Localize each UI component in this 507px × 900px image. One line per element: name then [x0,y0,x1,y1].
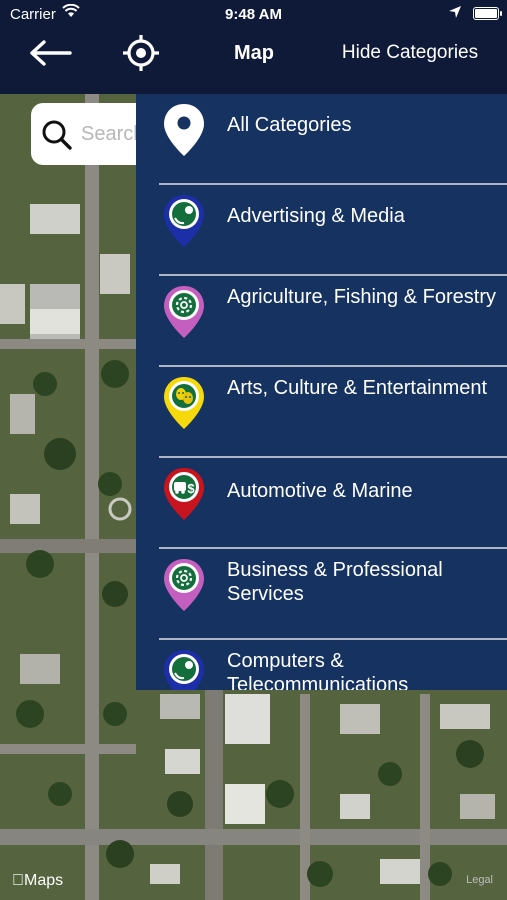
category-label: Arts, Culture & Entertainment [227,377,488,399]
hide-categories-button[interactable]: Hide Categories [325,42,495,64]
maps-attribution: Maps [12,872,63,889]
apple-logo-icon:  [12,872,24,889]
gear-icon [164,559,204,611]
crosshair-locate-icon[interactable] [122,34,160,72]
search-icon [42,120,72,150]
top-bar: Carrier 9:48 AM Map Hide Categories [0,0,507,94]
back-arrow-icon[interactable] [28,38,72,68]
clock: 9:48 AM [225,6,282,23]
category-row-automotive[interactable]: $ Automotive & Marine [136,458,507,549]
category-row-business[interactable]: Business & Professional Services [136,549,507,640]
status-bar: Carrier 9:48 AM [0,0,507,28]
legal-link[interactable]: Legal [466,874,493,886]
car-icon: $ [164,468,204,520]
category-label: Agriculture, Fishing & Forestry [227,286,496,308]
location-pin-icon [164,104,204,156]
category-label: Computers & Telecommunications [227,650,409,690]
category-list[interactable]: All Categories Advertising & Media Agric… [136,94,507,690]
nav-title: Map [234,42,274,64]
megaphone-icon [164,650,204,690]
category-row-agriculture[interactable]: Agriculture, Fishing & Forestry [136,276,507,367]
megaphone-icon [164,195,204,247]
category-row-all[interactable]: All Categories [136,94,507,185]
category-label: Automotive & Marine [227,480,413,502]
svg-text:$: $ [187,481,195,496]
category-label: Advertising & Media [227,205,405,227]
category-label: Business & Professional Services [227,559,443,605]
category-row-computers[interactable]: Computers & Telecommunications [136,640,507,690]
category-label: All Categories [227,114,352,136]
gear-icon [164,286,204,338]
location-services-icon [449,6,461,18]
category-row-advertising[interactable]: Advertising & Media [136,185,507,276]
theater-masks-icon [164,377,204,429]
battery-icon [473,7,502,20]
search-placeholder: Search [81,123,145,145]
category-row-arts[interactable]: Arts, Culture & Entertainment [136,367,507,458]
